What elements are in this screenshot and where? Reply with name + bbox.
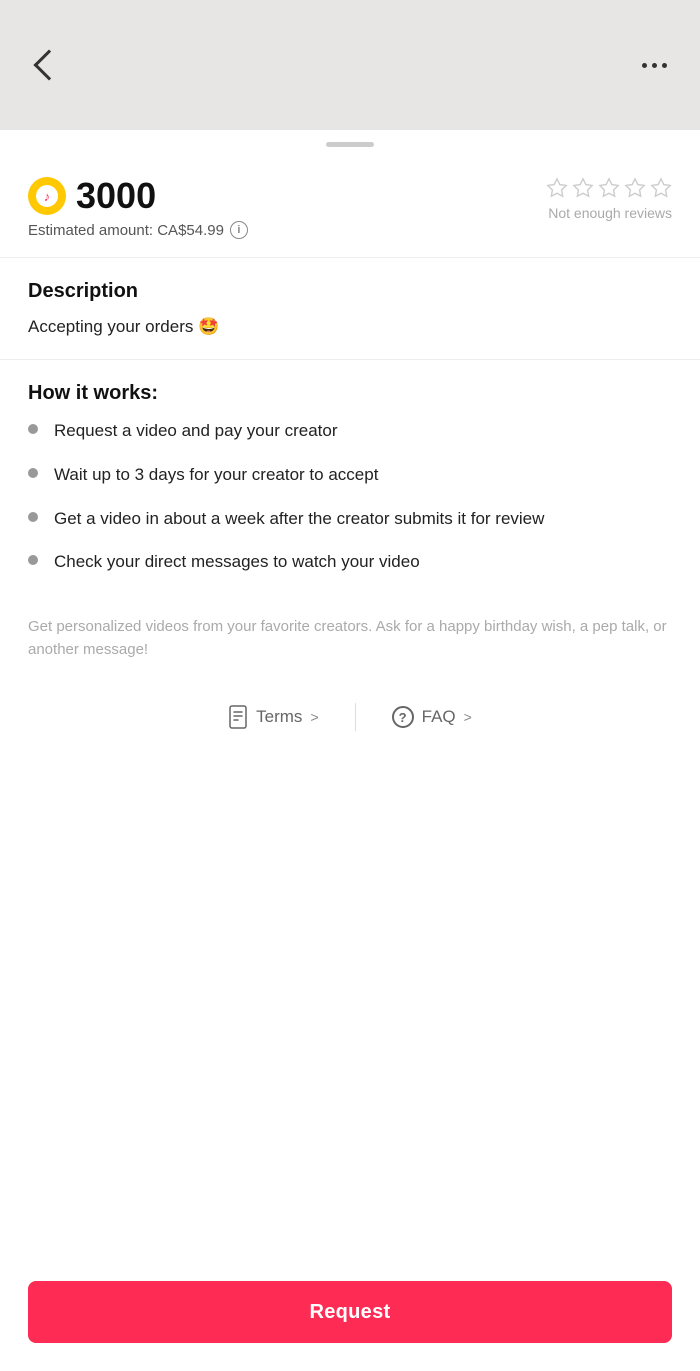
coin-icon: ♪ [28,177,66,215]
bullet-dot-icon [28,424,38,434]
dot-icon [652,63,657,68]
promo-text: Get personalized videos from your favori… [0,616,700,685]
how-it-works-section: How it works: Request a video and pay yo… [0,360,700,616]
more-options-button[interactable] [632,43,676,87]
back-button[interactable] [24,43,68,87]
bullet-item: Check your direct messages to watch your… [28,550,672,574]
terms-button[interactable]: Terms > [192,697,354,737]
how-it-works-title: How it works: [28,382,672,405]
terms-label: Terms [256,707,302,727]
star-icon [546,177,568,199]
star-icon [598,177,620,199]
faq-button[interactable]: ? FAQ > [356,698,508,736]
star-icon [572,177,594,199]
dot-icon [662,63,667,68]
bullet-item: Request a video and pay your creator [28,419,672,443]
bullet-text: Request a video and pay your creator [54,419,338,443]
pull-handle [326,142,374,147]
stars-section: Not enough reviews [546,177,672,221]
terms-faq-row: Terms > ? FAQ > [0,685,700,749]
tiktok-logo: ♪ [44,190,51,203]
estimated-row: Estimated amount: CA$54.99 i [28,221,248,239]
bullet-item: Get a video in about a week after the cr… [28,507,672,531]
description-section: Description Accepting your orders 🤩 [0,258,700,359]
star-icon [624,177,646,199]
star-icon [650,177,672,199]
bullet-text: Wait up to 3 days for your creator to ac… [54,463,378,487]
info-button[interactable]: i [230,221,248,239]
back-chevron-icon [33,49,64,80]
coin-left: ♪ 3000 Estimated amount: CA$54.99 i [28,177,248,239]
main-card: ♪ 3000 Estimated amount: CA$54.99 i Not [0,130,700,1371]
top-bar [0,0,700,130]
pull-handle-wrap [0,130,700,155]
document-icon [228,705,248,729]
bullet-text: Get a video in about a week after the cr… [54,507,544,531]
coin-amount-row: ♪ 3000 [28,177,248,215]
description-title: Description [28,280,672,303]
bullet-text: Check your direct messages to watch your… [54,550,420,574]
coin-amount: 3000 [76,178,156,214]
bullet-dot-icon [28,555,38,565]
faq-label: FAQ [422,707,456,727]
request-button[interactable]: Request [28,1281,672,1343]
coin-icon-inner: ♪ [36,185,58,207]
bullet-dot-icon [28,468,38,478]
help-circle-icon: ? [392,706,414,728]
description-text: Accepting your orders 🤩 [28,317,672,337]
not-enough-reviews: Not enough reviews [548,205,672,221]
bullet-dot-icon [28,512,38,522]
chevron-right-icon: > [464,709,472,725]
estimated-text: Estimated amount: CA$54.99 [28,222,224,239]
coin-row: ♪ 3000 Estimated amount: CA$54.99 i Not [0,155,700,257]
bullet-list: Request a video and pay your creator Wai… [28,419,672,574]
request-bar: Request [0,1265,700,1371]
stars-row [546,177,672,199]
bullet-item: Wait up to 3 days for your creator to ac… [28,463,672,487]
info-icon: i [237,224,240,236]
dot-icon [642,63,647,68]
chevron-right-icon: > [310,709,318,725]
